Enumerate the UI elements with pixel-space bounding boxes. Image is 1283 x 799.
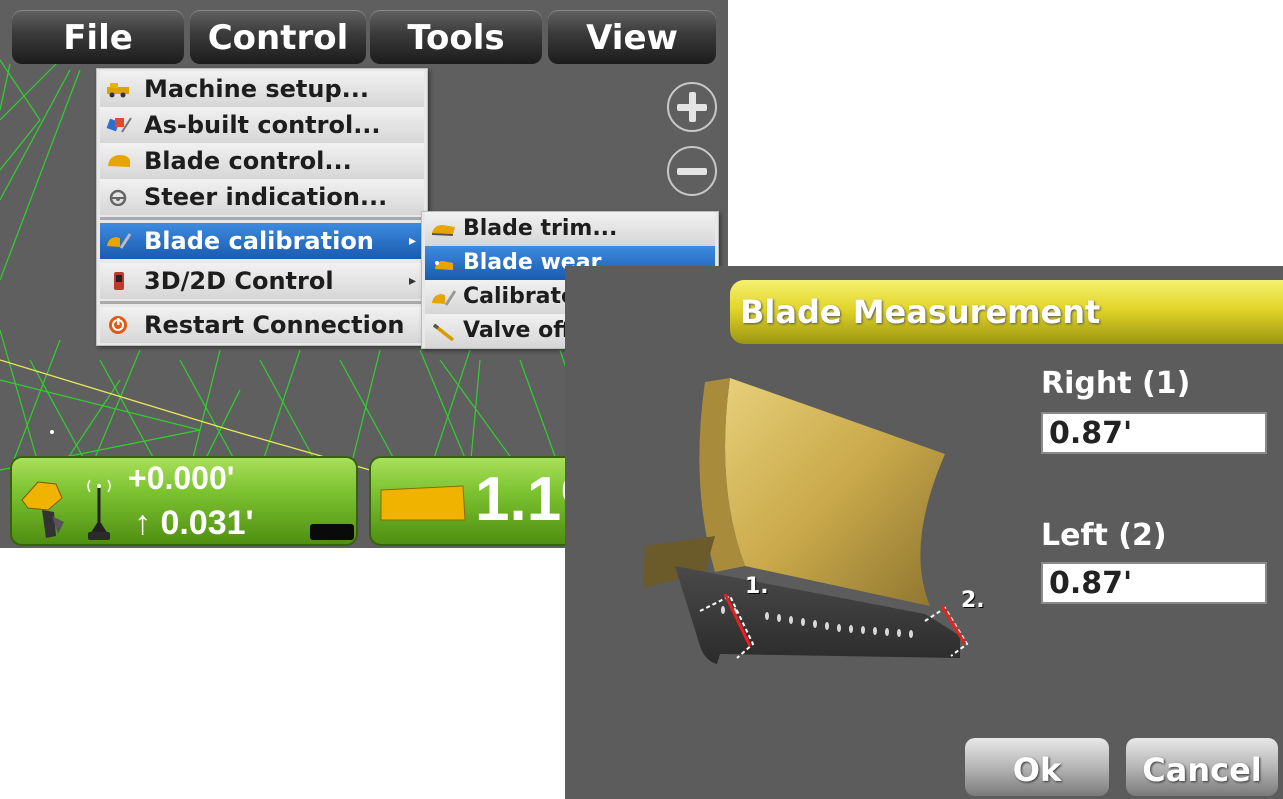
dialog-title: Blade Measurement <box>730 280 1283 344</box>
menu-item-steer-indication[interactable]: Steer indication... <box>100 179 424 215</box>
elevation-status-panel[interactable]: +0.000' ↑ 0.031' <box>10 456 358 546</box>
right-value-field[interactable]: 0.87' <box>1041 412 1267 454</box>
left-label: Left (2) <box>1041 518 1167 553</box>
control-dropdown: Machine setup... As-built control... Bla… <box>96 68 428 346</box>
menu-item-machine-setup[interactable]: Machine setup... <box>100 71 424 107</box>
blade-icon <box>108 155 130 167</box>
blade-wear-icon <box>435 261 453 270</box>
zoom-in-button[interactable] <box>667 82 717 132</box>
menu-separator <box>100 301 424 304</box>
elevation-value: +0.000' <box>128 460 235 496</box>
right-label: Right (1) <box>1041 366 1191 401</box>
blade-calibration-icon <box>107 233 132 249</box>
blade-trim-icon <box>431 225 455 236</box>
status-indicator-led <box>310 524 354 540</box>
machine-icon <box>107 83 129 98</box>
blade-slope-icon <box>380 485 466 521</box>
submenu-arrow-icon: ▸ <box>408 273 416 289</box>
marker-2-label: 2. <box>961 588 985 613</box>
left-value-field[interactable]: 0.87' <box>1041 562 1267 604</box>
blade-tip-icon <box>21 481 64 538</box>
antenna-mast-icon <box>87 479 111 540</box>
control-menu[interactable]: Control <box>190 10 366 64</box>
menu-item-as-built-control[interactable]: As-built control... <box>100 107 424 143</box>
calibrate-sensors-icon <box>432 290 457 306</box>
ok-button[interactable]: Ok <box>965 738 1109 796</box>
menu-item-restart-connection[interactable]: Restart Connection <box>100 307 424 343</box>
menu-item-blade-control[interactable]: Blade control... <box>100 143 424 179</box>
zoom-out-button[interactable] <box>667 146 717 196</box>
tools-menu[interactable]: Tools <box>370 10 542 64</box>
restart-icon <box>109 316 127 334</box>
submenu-item-blade-trim[interactable]: Blade trim... <box>425 212 715 246</box>
submenu-arrow-icon: ▸ <box>408 233 416 249</box>
cut-fill-value: ↑ 0.031' <box>134 504 254 542</box>
menu-separator <box>100 217 424 220</box>
file-menu[interactable]: File <box>12 10 184 64</box>
view-menu[interactable]: View <box>548 10 716 64</box>
as-built-icon <box>106 117 132 133</box>
menu-item-blade-calibration[interactable]: Blade calibration ▸ <box>100 223 424 259</box>
menu-item-3d-2d-control[interactable]: 3D/2D Control ▸ <box>100 263 424 299</box>
steering-wheel-icon <box>109 189 127 206</box>
marker-1-label: 1. <box>745 574 769 599</box>
cancel-button[interactable]: Cancel <box>1126 738 1278 796</box>
control-unit-icon <box>114 272 124 290</box>
blade-measurement-dialog: 1. 2. Blade Measurement Right (1) 0.87' … <box>565 266 1283 799</box>
valve-offsets-icon <box>432 323 455 341</box>
